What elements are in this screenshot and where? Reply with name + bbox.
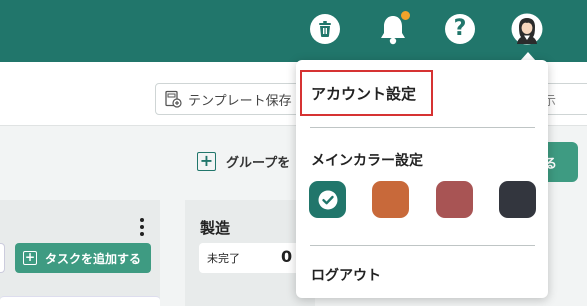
help-icon: ? (445, 14, 475, 44)
check-icon (318, 190, 337, 209)
group-title: 製造 (200, 219, 231, 237)
color-swatch-red[interactable] (436, 181, 473, 218)
trash-icon (310, 14, 340, 44)
app-header (0, 0, 587, 62)
save-template-label: テンプレート保存 (188, 93, 292, 109)
column-secondary-button[interactable] (0, 243, 5, 273)
help-glyph: ? (453, 16, 467, 41)
notification-dot (400, 10, 411, 21)
add-task-button[interactable]: + タスクを追加する (15, 243, 151, 273)
template-icon (165, 90, 182, 108)
avatar-button[interactable] (510, 12, 544, 46)
notifications-button[interactable] (376, 10, 411, 46)
kebab-menu-icon[interactable] (140, 218, 144, 236)
menu-divider (310, 127, 535, 128)
avatar (511, 13, 543, 45)
account-settings-menu-item[interactable]: アカウント設定 (300, 70, 433, 116)
add-group-button[interactable]: + グループを (197, 152, 290, 171)
plus-icon: + (197, 152, 216, 171)
status-label: 未完了 (207, 252, 240, 265)
color-swatch-orange[interactable] (372, 181, 409, 218)
color-swatch-green[interactable] (309, 181, 346, 218)
logout-menu-item[interactable]: ログアウト (311, 265, 381, 285)
task-card[interactable] (0, 296, 160, 306)
menu-divider (310, 245, 535, 246)
add-task-label: タスクを追加する (45, 251, 142, 266)
status-count: 0 (281, 247, 293, 266)
plus-icon: + (23, 250, 37, 265)
main-color-label: メインカラー設定 (311, 153, 423, 169)
add-group-label: グループを (226, 156, 291, 171)
help-button[interactable]: ? (443, 12, 477, 46)
color-swatch-dark[interactable] (499, 181, 536, 218)
trash-button[interactable] (308, 12, 342, 46)
account-settings-label: アカウント設定 (311, 84, 417, 103)
